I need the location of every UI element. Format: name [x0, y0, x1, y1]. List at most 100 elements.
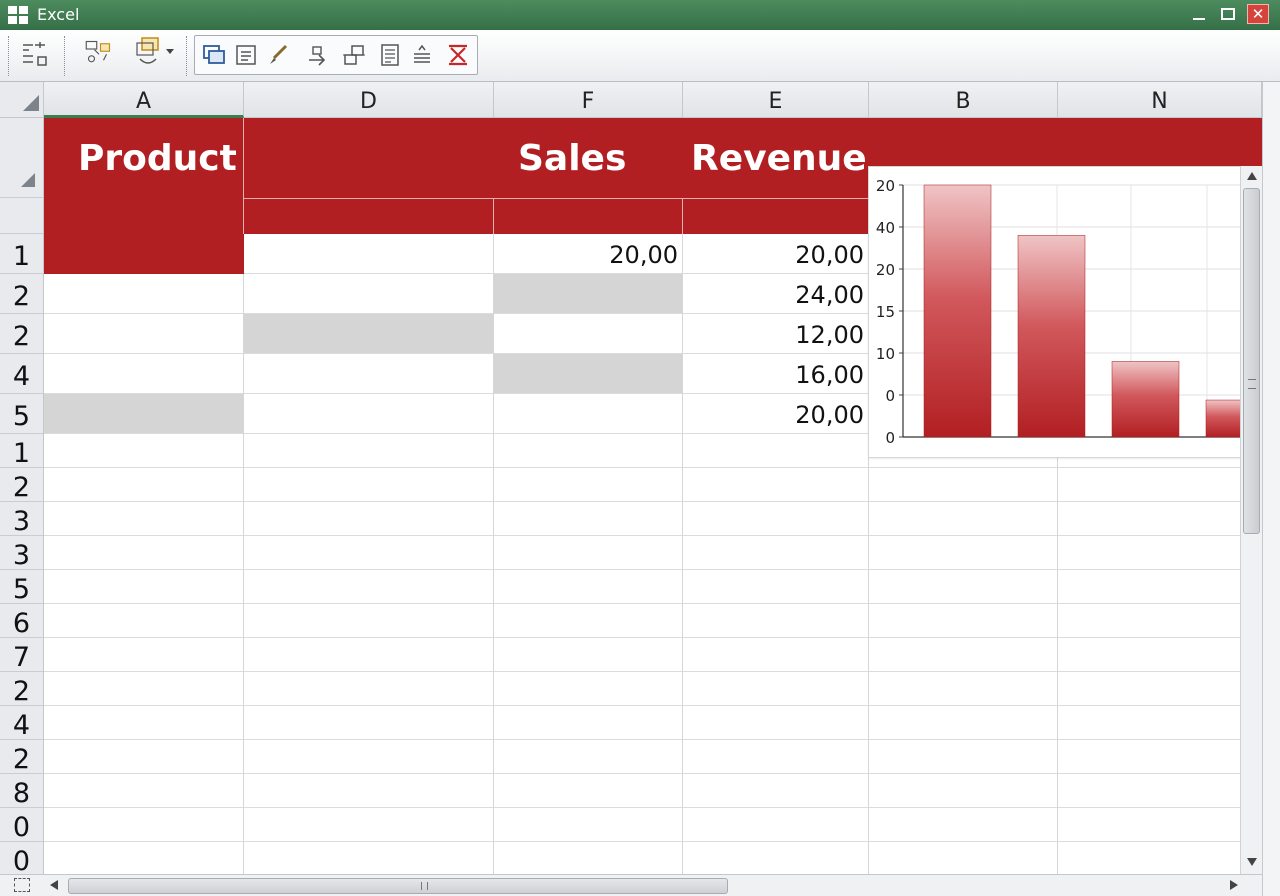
- cell[interactable]: [244, 638, 494, 672]
- cell[interactable]: [869, 570, 1058, 604]
- row-header-table-header[interactable]: [0, 118, 44, 198]
- minimize-button[interactable]: [1188, 4, 1210, 24]
- move-right-icon[interactable]: [303, 41, 333, 69]
- scroll-down-icon[interactable]: [1247, 858, 1257, 866]
- shape-dropdown-icon[interactable]: [134, 37, 178, 66]
- row-header[interactable]: 2: [0, 740, 44, 775]
- cell[interactable]: [44, 536, 244, 570]
- chart-bar[interactable]: [923, 184, 992, 438]
- cell[interactable]: [683, 434, 869, 468]
- distribute-icon[interactable]: [407, 41, 437, 69]
- scroll-right-icon[interactable]: [1230, 880, 1238, 890]
- cell[interactable]: [683, 842, 869, 874]
- cell-sales[interactable]: [494, 394, 683, 434]
- column-header-a[interactable]: A: [44, 82, 244, 118]
- cell[interactable]: [44, 672, 244, 706]
- scroll-up-icon[interactable]: [1247, 172, 1257, 180]
- cell[interactable]: [44, 774, 244, 808]
- cell[interactable]: [683, 774, 869, 808]
- cell[interactable]: [44, 808, 244, 842]
- cell[interactable]: [44, 234, 244, 274]
- cell[interactable]: [244, 706, 494, 740]
- cell[interactable]: [869, 604, 1058, 638]
- cell[interactable]: [869, 842, 1058, 874]
- cell[interactable]: [683, 740, 869, 774]
- cell[interactable]: [1058, 842, 1262, 874]
- column-header-f[interactable]: F: [494, 82, 683, 118]
- cell[interactable]: [494, 842, 683, 874]
- cell-sales[interactable]: [494, 314, 683, 354]
- cell[interactable]: [683, 672, 869, 706]
- cell[interactable]: [244, 672, 494, 706]
- cell-revenue[interactable]: 16,00: [683, 354, 869, 394]
- format-list-icon[interactable]: [20, 40, 50, 68]
- cell[interactable]: [44, 638, 244, 672]
- horizontal-scroll-thumb[interactable]: [68, 878, 728, 894]
- cell[interactable]: [244, 808, 494, 842]
- cell[interactable]: [44, 740, 244, 774]
- row-header[interactable]: 5: [0, 570, 44, 605]
- cell-sales[interactable]: [494, 354, 683, 394]
- cell[interactable]: [244, 502, 494, 536]
- cell[interactable]: [494, 672, 683, 706]
- cell-revenue[interactable]: 20,00: [683, 394, 869, 434]
- cell[interactable]: [244, 434, 494, 468]
- cell[interactable]: [1058, 808, 1262, 842]
- cell[interactable]: [244, 354, 494, 394]
- cell[interactable]: [869, 706, 1058, 740]
- cell[interactable]: [244, 234, 494, 274]
- cell-sales[interactable]: [494, 274, 683, 314]
- cell[interactable]: [494, 808, 683, 842]
- bring-forward-icon[interactable]: [199, 41, 229, 69]
- cell[interactable]: [244, 740, 494, 774]
- row-header[interactable]: 3: [0, 536, 44, 571]
- cell[interactable]: [44, 314, 244, 354]
- row-header[interactable]: 0: [0, 842, 44, 874]
- cell[interactable]: [1058, 604, 1262, 638]
- cell[interactable]: [1058, 740, 1262, 774]
- cell[interactable]: [44, 394, 244, 434]
- cell[interactable]: [683, 808, 869, 842]
- cell[interactable]: [869, 808, 1058, 842]
- cell[interactable]: [1058, 638, 1262, 672]
- cell[interactable]: [244, 842, 494, 874]
- cell[interactable]: [244, 604, 494, 638]
- row-header[interactable]: 1: [0, 234, 44, 274]
- column-header-n[interactable]: N: [1058, 82, 1262, 118]
- cell[interactable]: [44, 274, 244, 314]
- cell[interactable]: [683, 706, 869, 740]
- cell[interactable]: [1058, 706, 1262, 740]
- cell[interactable]: [494, 740, 683, 774]
- document-icon[interactable]: [375, 41, 405, 69]
- cell[interactable]: [494, 434, 683, 468]
- scroll-left-icon[interactable]: [50, 880, 58, 890]
- cell[interactable]: [869, 740, 1058, 774]
- row-header-subheader[interactable]: [0, 198, 44, 234]
- cell-revenue[interactable]: 24,00: [683, 274, 869, 314]
- shapes-connect-icon[interactable]: [84, 38, 114, 66]
- cell[interactable]: [44, 842, 244, 874]
- cell[interactable]: [244, 536, 494, 570]
- chart-bar[interactable]: [1111, 361, 1180, 438]
- cell[interactable]: [494, 468, 683, 502]
- brush-icon[interactable]: [263, 41, 293, 69]
- cell[interactable]: [683, 502, 869, 536]
- row-header[interactable]: 2: [0, 274, 44, 314]
- cell[interactable]: [869, 536, 1058, 570]
- cell[interactable]: [494, 536, 683, 570]
- cell[interactable]: [683, 468, 869, 502]
- close-button[interactable]: ✕: [1247, 4, 1269, 24]
- row-header[interactable]: 6: [0, 604, 44, 639]
- cell[interactable]: [683, 536, 869, 570]
- row-header[interactable]: 2: [0, 468, 44, 503]
- cell[interactable]: [1058, 570, 1262, 604]
- cell[interactable]: [494, 774, 683, 808]
- align-icon[interactable]: [339, 41, 369, 69]
- cell[interactable]: [244, 468, 494, 502]
- cell-revenue[interactable]: 20,00: [683, 234, 869, 274]
- column-header-d[interactable]: D: [244, 82, 494, 118]
- chart-bar[interactable]: [1205, 399, 1241, 438]
- cell[interactable]: [494, 638, 683, 672]
- cell[interactable]: [44, 354, 244, 394]
- cell[interactable]: [494, 604, 683, 638]
